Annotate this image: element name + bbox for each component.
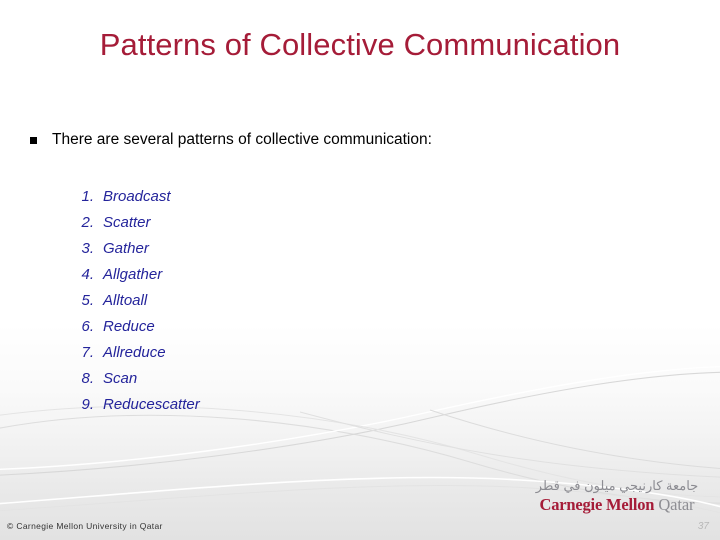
footer-copyright: © Carnegie Mellon University in Qatar [7,521,163,531]
intro-bullet-row: There are several patterns of collective… [30,130,680,150]
list-item: 7. Allreduce [62,344,462,370]
list-item-index: 3. [81,240,94,257]
list-item-label: Gather [103,240,149,257]
logo-arabic-text: جامعة كارنيجي ميلون في قطر [535,478,699,493]
list-item-index: 8. [81,370,94,387]
intro-bullet-text: There are several patterns of collective… [52,131,432,148]
logo-primary-name: Carnegie Mellon [539,495,655,514]
list-item: 8. Scan [62,370,462,396]
logo-secondary-name-text: Qatar [658,495,695,514]
list-item-label: Reduce [103,318,155,335]
list-item: 9. Reducescatter [62,396,462,422]
list-item: 1. Broadcast [62,188,462,214]
list-item-index: 5. [81,292,94,309]
list-item: 4. Allgather [62,266,462,292]
collective-patterns-list: 1. Broadcast 2. Scatter 3. Gather 4. All… [62,188,462,422]
list-item: 2. Scatter [62,214,462,240]
square-bullet-icon [30,137,37,144]
list-item-label: Allgather [103,266,163,283]
list-item: 3. Gather [62,240,462,266]
slide: Patterns of Collective Communication The… [0,0,720,540]
list-item-index: 4. [81,266,94,283]
list-item-label: Reducescatter [103,396,200,413]
logo-wordmark: Carnegie Mellon Qatar [527,495,707,514]
list-item-index: 9. [81,396,94,413]
list-item-label: Scatter [103,214,151,231]
list-item-label: Allreduce [103,344,166,361]
footer-page-number: 37 [697,521,709,532]
list-item: 5. Alltoall [62,292,462,318]
carnegie-mellon-qatar-logo: جامعة كارنيجي ميلون في قطر Carnegie Mell… [527,478,707,514]
list-item-index: 2. [81,214,94,231]
list-item-label: Alltoall [103,292,148,309]
list-item-label: Scan [103,370,138,387]
list-item-index: 1. [81,188,94,205]
list-item-label: Broadcast [103,188,171,205]
list-item-index: 7. [81,344,94,361]
slide-title: Patterns of Collective Communication [99,27,621,62]
list-item: 6. Reduce [62,318,462,344]
list-item-index: 6. [81,318,94,335]
